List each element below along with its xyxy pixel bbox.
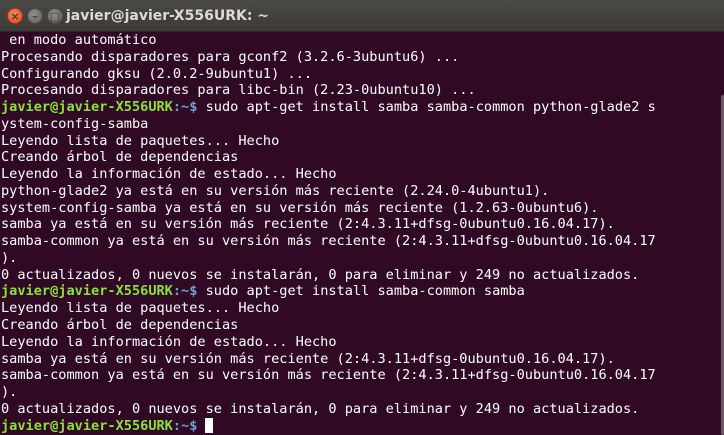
- prompt-user-host: javier@javier-X556URK: [1, 283, 173, 300]
- output-line: 0 actualizados, 0 nuevos se instalarán, …: [1, 400, 640, 417]
- terminal-window: × – □ javier@javier-X556URK: ~ en modo a…: [0, 0, 724, 435]
- output-line: Leyendo la información de estado... Hech…: [1, 166, 337, 183]
- text-cursor: [205, 417, 214, 433]
- close-button[interactable]: ×: [7, 8, 23, 24]
- output-line: samba ya está en su versión más reciente…: [1, 350, 615, 367]
- minimize-button[interactable]: –: [27, 8, 43, 24]
- prompt-line[interactable]: javier@javier-X556URK:~$: [1, 417, 719, 435]
- output-line: Configurando gksu (2.0.2-9ubuntu1) ...: [1, 65, 312, 82]
- terminal-output[interactable]: en modo automático Procesando disparador…: [1, 32, 719, 435]
- output-line: ).: [1, 249, 18, 266]
- command-line: javier@javier-X556URK:~$ sudo apt-get in…: [1, 99, 719, 116]
- output-line: Creando árbol de dependencias: [1, 149, 239, 166]
- output-line: Procesando disparadores para libc-bin (2…: [1, 82, 476, 99]
- close-icon: ×: [10, 9, 20, 23]
- prompt-path: :~$: [172, 283, 198, 300]
- output-line: Creando árbol de dependencias: [1, 317, 239, 334]
- title-bar[interactable]: × – □ javier@javier-X556URK: ~: [0, 0, 724, 32]
- command-text: sudo apt-get install samba-common samba: [197, 283, 525, 300]
- output-line: Leyendo lista de paquetes... Hecho: [1, 300, 280, 317]
- command-text: sudo apt-get install samba samba-common …: [197, 99, 656, 116]
- prompt-path: :~$: [172, 99, 198, 116]
- output-line: Leyendo la información de estado... Hech…: [1, 333, 337, 350]
- window-controls: × – □: [7, 8, 63, 24]
- output-line: ystem-config-samba: [1, 115, 149, 132]
- output-line: 0 actualizados, 0 nuevos se instalarán, …: [1, 266, 640, 283]
- output-line: Leyendo lista de paquetes... Hecho: [1, 132, 280, 149]
- output-line: samba-common ya está en su versión más r…: [1, 367, 656, 384]
- prompt-user-host: javier@javier-X556URK: [1, 417, 173, 434]
- output-line: samba ya está en su versión más reciente…: [1, 216, 615, 233]
- minimize-icon: –: [32, 9, 38, 23]
- prompt-user-host: javier@javier-X556URK: [1, 99, 173, 116]
- output-line: samba-common ya está en su versión más r…: [1, 233, 656, 250]
- output-line: system-config-samba ya está en su versió…: [1, 199, 599, 216]
- output-line: python-glade2 ya está en su versión más …: [1, 182, 550, 199]
- window-title: javier@javier-X556URK: ~: [66, 8, 270, 24]
- output-line: Procesando disparadores para gconf2 (3.2…: [1, 48, 460, 65]
- command-line: javier@javier-X556URK:~$ sudo apt-get in…: [1, 283, 719, 300]
- scrollbar[interactable]: [719, 32, 724, 435]
- output-line: ).: [1, 384, 18, 401]
- prompt-path: :~$: [172, 417, 198, 434]
- output-line: en modo automático: [1, 32, 157, 48]
- maximize-icon: □: [49, 9, 61, 23]
- maximize-button[interactable]: □: [47, 8, 63, 24]
